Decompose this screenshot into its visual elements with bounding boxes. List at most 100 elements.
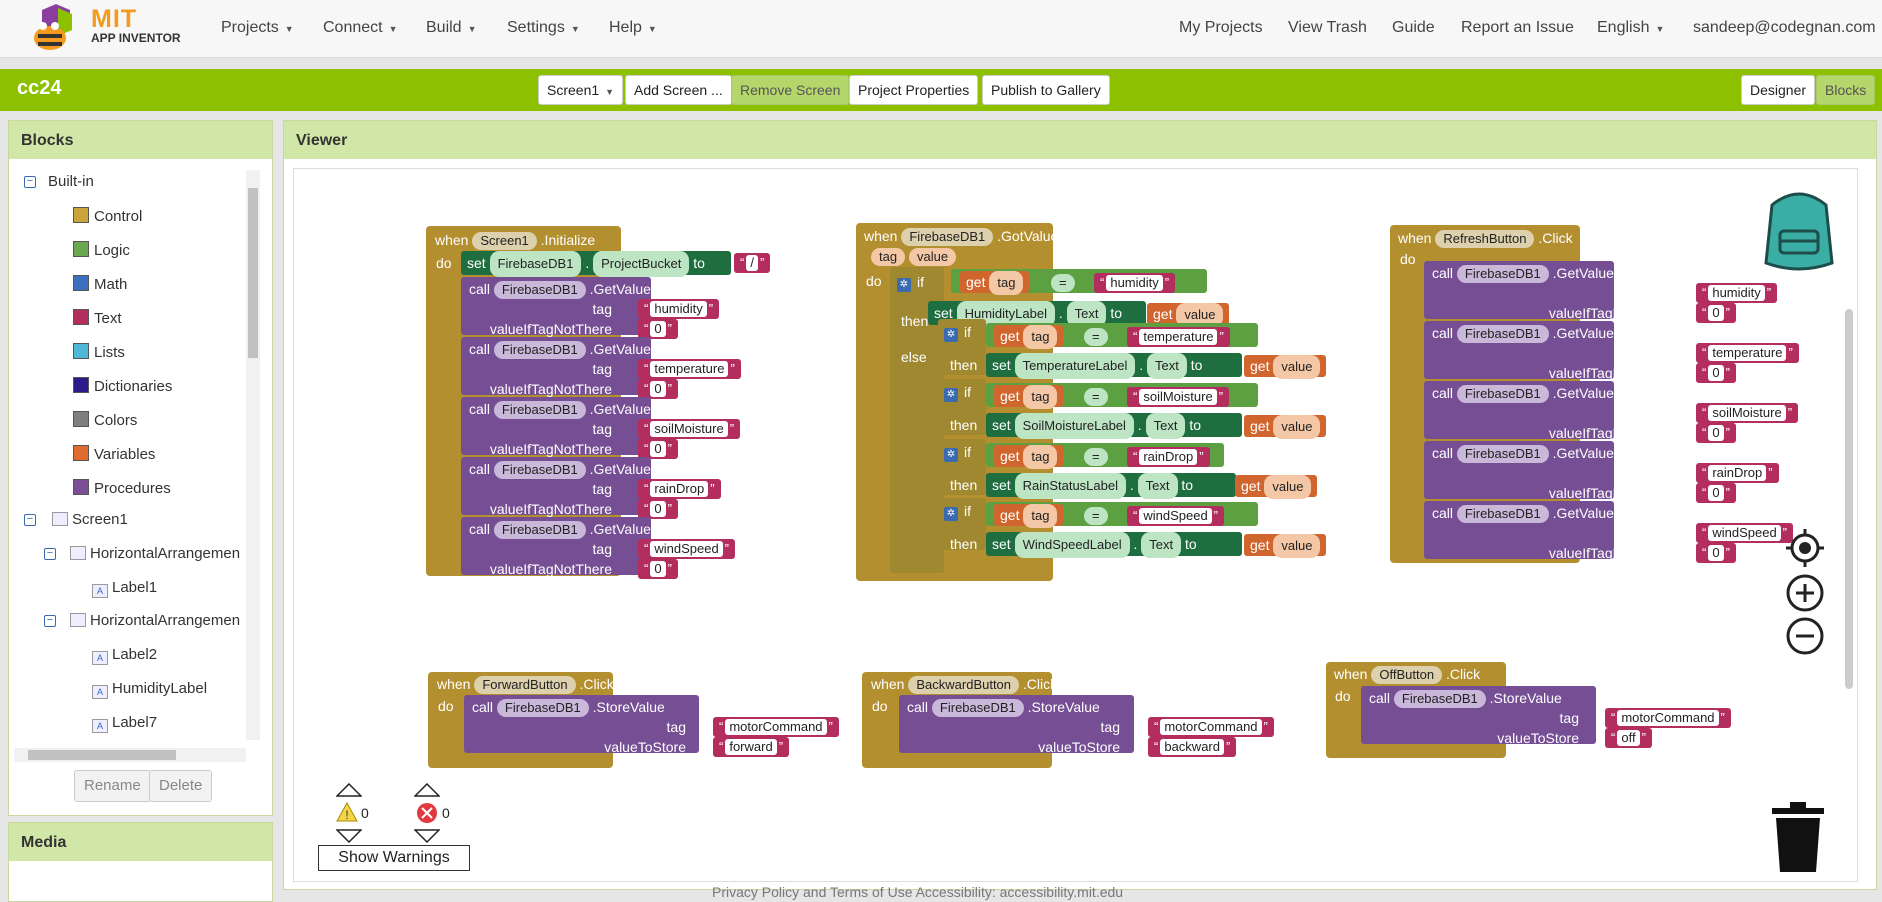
get-value-block[interactable]: get value (1147, 303, 1230, 327)
zoom-in-icon[interactable] (1785, 573, 1825, 613)
get-value-block[interactable]: get value (1244, 415, 1327, 439)
set-project-bucket-block[interactable]: set FirebaseDB1 . ProjectBucket to (461, 251, 731, 277)
get-value-block[interactable]: get value (1244, 534, 1327, 558)
text-block[interactable]: “windSpeed” (638, 539, 736, 559)
scrollbar-thumb[interactable] (248, 188, 258, 358)
tree-builtin-dictionaries[interactable]: Dictionaries (73, 377, 172, 395)
text-block[interactable]: “0” (1696, 423, 1736, 443)
tree-label2[interactable]: A Label2 (92, 646, 157, 665)
next-error-arrow-icon[interactable] (414, 829, 440, 843)
text-block[interactable]: “motorCommand” (1148, 717, 1274, 737)
get-tag-block[interactable]: get tag (994, 385, 1064, 409)
blocks-workspace[interactable]: when Screen1 .Initialize do set Firebase… (293, 168, 1858, 882)
get-value-block[interactable]: get value (1244, 355, 1327, 379)
component-dropdown[interactable]: FirebaseDB1 (901, 228, 994, 246)
user-account-menu[interactable]: sandeep@codegnan.com (1693, 19, 1876, 37)
tree-builtin-text[interactable]: Text (73, 309, 122, 327)
text-block[interactable]: “motorCommand” (713, 717, 839, 737)
text-block[interactable]: “0” (638, 499, 678, 519)
tree-builtin-logic[interactable]: Logic (73, 241, 130, 259)
tree-humiditylabel[interactable]: A HumidityLabel (92, 680, 207, 699)
text-block[interactable]: “humidity” (1094, 273, 1176, 293)
text-block[interactable]: “humidity” (1696, 283, 1778, 303)
blocks-button[interactable]: Blocks (1816, 75, 1876, 105)
text-block[interactable]: “off” (1605, 728, 1652, 748)
tree-horizontal-arrangement-1[interactable]: HorizontalArrangemen (70, 545, 240, 562)
component-dropdown[interactable]: BackwardButton (908, 676, 1020, 694)
text-block[interactable]: “0” (1696, 543, 1736, 563)
tree-label7[interactable]: A Label7 (92, 714, 157, 733)
link-view-trash[interactable]: View Trash (1288, 19, 1367, 37)
menu-settings[interactable]: Settings ▼ (507, 19, 580, 37)
tree-builtin-lists[interactable]: Lists (73, 343, 125, 361)
component-dropdown[interactable]: RefreshButton (1435, 230, 1535, 248)
get-value-block[interactable]: get value (1235, 475, 1318, 499)
text-block[interactable]: “rainDrop” (1696, 463, 1779, 483)
text-block[interactable]: “0” (1696, 303, 1736, 323)
menu-projects[interactable]: Projects ▼ (221, 19, 294, 37)
get-tag-block[interactable]: get tag (960, 271, 1030, 295)
gear-icon[interactable]: ✲ (944, 448, 958, 462)
tree-builtin[interactable]: Built-in (48, 173, 94, 190)
set-label-text-block[interactable]: set SoilMoistureLabel . Text to (986, 413, 1242, 439)
text-block[interactable]: “humidity” (638, 299, 720, 319)
publish-to-gallery-button[interactable]: Publish to Gallery (982, 75, 1110, 105)
text-block[interactable]: “temperature” (638, 359, 741, 379)
text-block[interactable]: “soilMoisture” (1127, 387, 1230, 407)
equals-op[interactable]: = (1084, 388, 1108, 406)
get-tag-block[interactable]: get tag (994, 325, 1064, 349)
text-block[interactable]: “rainDrop” (638, 479, 721, 499)
menu-connect[interactable]: Connect ▼ (323, 19, 398, 37)
text-block[interactable]: “0” (1696, 483, 1736, 503)
gear-icon[interactable]: ✲ (944, 507, 958, 521)
project-properties-button[interactable]: Project Properties (849, 75, 979, 105)
equals-op[interactable]: = (1084, 448, 1108, 466)
text-block[interactable]: “0” (638, 559, 678, 579)
text-block[interactable]: “temperature” (1127, 327, 1230, 347)
scrollbar-thumb[interactable] (28, 750, 176, 760)
tree-builtin-procedures[interactable]: Procedures (73, 479, 171, 497)
rename-button[interactable]: Rename (74, 770, 151, 802)
zoom-out-icon[interactable] (1785, 616, 1825, 656)
tree-builtin-variables[interactable]: Variables (73, 445, 155, 463)
link-my-projects[interactable]: My Projects (1179, 19, 1263, 37)
collapse-builtin-icon[interactable]: − (24, 176, 36, 188)
prev-warning-arrow-icon[interactable] (336, 783, 362, 797)
get-tag-block[interactable]: get tag (994, 445, 1064, 469)
component-dropdown[interactable]: Screen1 (472, 232, 537, 250)
set-label-text-block[interactable]: set RainStatusLabel . Text to (986, 473, 1236, 499)
get-tag-block[interactable]: get tag (994, 504, 1064, 528)
gear-icon[interactable]: ✲ (897, 278, 911, 292)
tree-vertical-scrollbar[interactable] (246, 170, 260, 740)
tree-label1[interactable]: A Label1 (92, 579, 157, 598)
text-block[interactable]: “0” (1696, 363, 1736, 383)
text-block[interactable]: “0” (638, 319, 678, 339)
delete-button[interactable]: Delete (149, 770, 213, 802)
language-menu[interactable]: English ▼ (1597, 19, 1664, 37)
text-block[interactable]: “forward” (713, 737, 790, 757)
prev-error-arrow-icon[interactable] (414, 783, 440, 797)
remove-screen-button[interactable]: Remove Screen (731, 75, 850, 105)
trash-icon[interactable] (1768, 802, 1828, 874)
add-screen-button[interactable]: Add Screen ... (625, 75, 732, 105)
equals-op[interactable]: = (1084, 328, 1108, 346)
text-block[interactable]: “/” (734, 253, 771, 273)
collapse-harr1-icon[interactable]: − (44, 548, 56, 560)
collapse-harr2-icon[interactable]: − (44, 615, 56, 627)
next-warning-arrow-icon[interactable] (336, 829, 362, 843)
text-block[interactable]: “backward” (1148, 737, 1237, 757)
tree-horizontal-scrollbar[interactable] (14, 748, 246, 762)
component-dropdown[interactable]: OffButton (1371, 666, 1443, 684)
tree-screen1[interactable]: Screen1 (52, 511, 128, 528)
screen-select[interactable]: Screen1 ▼ (538, 75, 624, 105)
text-block[interactable]: “0” (638, 379, 678, 399)
text-block[interactable]: “windSpeed” (1127, 506, 1225, 526)
text-block[interactable]: “temperature” (1696, 343, 1799, 363)
show-warnings-button[interactable]: Show Warnings (318, 845, 470, 871)
recenter-icon[interactable] (1785, 528, 1825, 568)
link-report-issue[interactable]: Report an Issue (1461, 19, 1574, 37)
component-dropdown[interactable]: ForwardButton (474, 676, 576, 694)
designer-button[interactable]: Designer (1741, 75, 1816, 105)
text-block[interactable]: “rainDrop” (1127, 447, 1210, 467)
menu-build[interactable]: Build ▼ (426, 19, 477, 37)
